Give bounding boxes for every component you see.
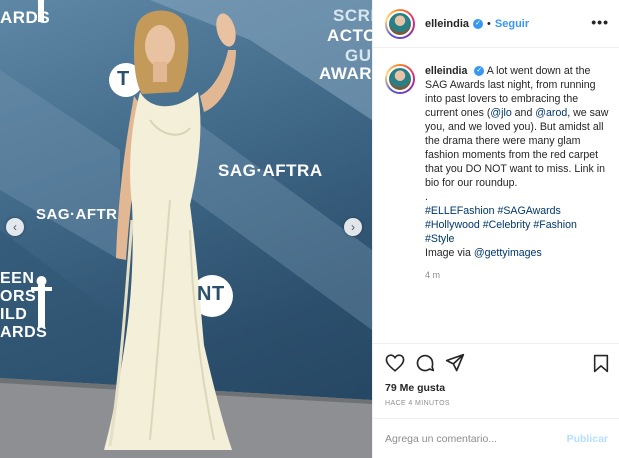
red-carpet-backdrop [0,0,372,458]
post-header: elleindia ✓ • Seguir ••• [373,0,619,48]
wall-text-awards-right: AWARDS [319,64,372,83]
caption-avatar[interactable] [387,66,413,92]
tnt-logo-top: T [117,68,130,90]
post-timestamp: HACE 4 MINUTOS [385,400,450,407]
likes-count[interactable]: 79 Me gusta [373,382,619,394]
action-bar [373,344,619,382]
hashtags-line-1[interactable]: #ELLEFashion #SAGAwards [425,205,561,217]
share-icon[interactable] [445,353,465,373]
mention-arod[interactable]: @arod [535,107,567,119]
avatar[interactable] [387,10,413,37]
verified-badge-icon: ✓ [473,18,484,29]
wall-text-awards-top-left: ARDS [0,8,51,27]
chevron-left-icon: ‹ [13,220,17,234]
caption-body-2: and [511,107,536,119]
wall-text-guild-bottom: ILD [0,306,28,323]
more-options-icon[interactable]: ••• [591,14,609,30]
wall-text-screen-actors: SCRE [333,6,372,25]
wall-text-actors: ORS [0,288,37,305]
post-image: ARDS SCRE ACTO GU AWARDS SAG·AFTRA SAG·A… [0,0,372,458]
caption-body-3: , we saw you, and we loved you). But ami… [425,107,609,189]
hashtags-line-3[interactable]: #Style [425,233,454,245]
previous-image-button[interactable]: ‹ [6,218,24,236]
story-ring[interactable] [385,8,415,39]
publish-button[interactable]: Publicar [567,433,608,445]
image-credit: Image via [425,247,474,259]
post-details-panel: elleindia ✓ • Seguir ••• elleindia ✓ A l… [372,0,619,458]
comment-bar: Publicar [373,418,619,458]
caption-text: elleindia ✓ A lot went down at the SAG A… [425,64,609,343]
wall-text-sag-aftra-left: SAG·AFTR [36,206,118,223]
wall-text-sag-aftra-main: SAG·AFTRA [218,161,323,180]
comment-icon[interactable] [415,353,435,373]
header-username[interactable]: elleindia [425,18,469,30]
caption-dot: . [425,191,428,203]
heart-icon[interactable] [385,354,405,372]
wall-text-screen: EEN [0,270,35,287]
wall-text-actor: ACTO [327,26,372,45]
hashtags-line-2[interactable]: #Hollywood #Celebrity #Fashion [425,219,577,231]
tnt-logo-bottom: NT [197,283,225,305]
wall-text-awards-bottom: ARDS [0,324,48,341]
caption-verified-badge-icon: ✓ [474,66,485,77]
bookmark-icon[interactable] [593,354,609,378]
caption-time: 4 m [425,270,441,280]
caption-section: elleindia ✓ A lot went down at the SAG A… [373,48,619,344]
caption-username[interactable]: elleindia [425,65,467,77]
next-image-button[interactable]: › [344,218,362,236]
header-separator: • [487,17,491,30]
caption-story-ring[interactable] [385,64,415,94]
wall-text-guild: GU [345,46,372,65]
mention-gettyimages[interactable]: @gettyimages [474,247,542,259]
follow-button[interactable]: Seguir [495,18,529,30]
comment-input[interactable] [385,432,567,445]
chevron-right-icon: › [351,220,355,234]
mention-jlo[interactable]: @jlo [490,107,511,119]
